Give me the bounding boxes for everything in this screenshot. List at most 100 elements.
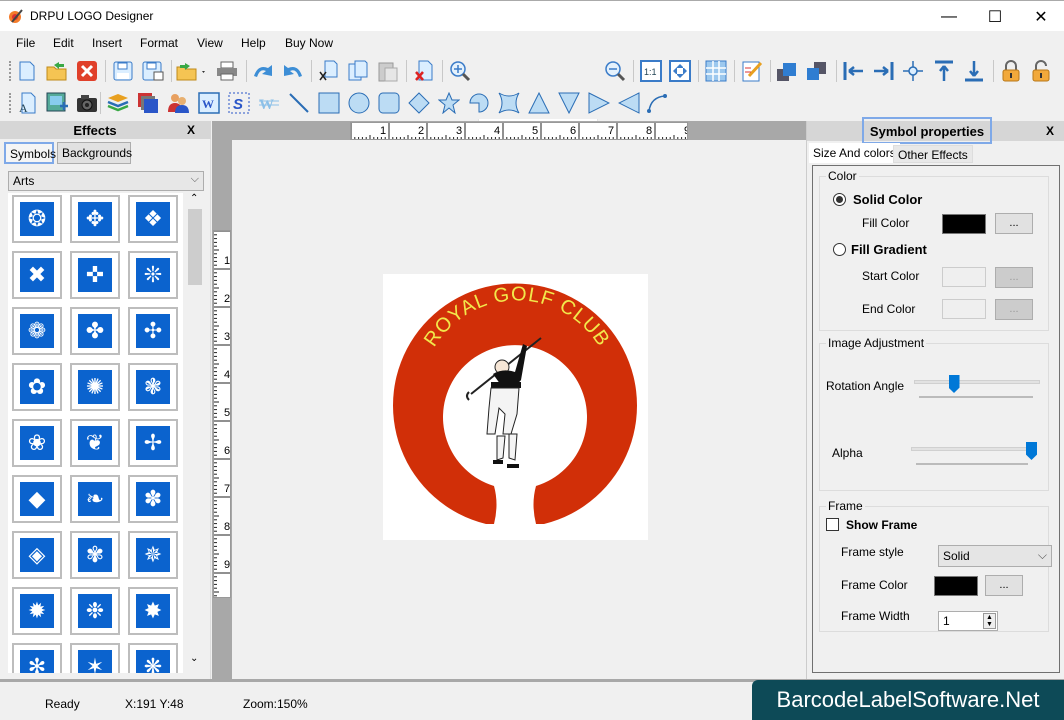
edit-properties-icon[interactable]	[741, 60, 763, 82]
print-icon[interactable]	[216, 60, 238, 82]
spinner-arrows-icon[interactable]: ▲ ▼	[983, 613, 996, 629]
solid-color-radio[interactable]	[833, 193, 846, 206]
close-properties-panel-button[interactable]: X	[1046, 124, 1054, 138]
bring-forward-icon[interactable]	[776, 60, 798, 82]
symbol-thumbnail[interactable]: ✣	[128, 307, 178, 355]
alpha-slider[interactable]	[911, 441, 1037, 467]
arc-icon[interactable]	[468, 92, 490, 114]
star-icon[interactable]	[438, 92, 460, 114]
symbol-thumbnail[interactable]: ◈	[12, 531, 62, 579]
logo-design-canvas[interactable]: ROYAL GOLF CLUB	[383, 274, 648, 540]
scrollbar-thumb[interactable]	[188, 209, 202, 285]
diamond-icon[interactable]	[408, 92, 430, 114]
symbol-thumbnail[interactable]: ✥	[70, 195, 120, 243]
tab-other-effects[interactable]: Other Effects	[893, 145, 973, 163]
rotation-angle-slider[interactable]	[914, 374, 1040, 400]
symbol-thumbnail[interactable]: ✵	[128, 531, 178, 579]
fill-color-swatch[interactable]	[942, 214, 986, 234]
text-icon[interactable]: A	[16, 92, 38, 114]
cut-icon[interactable]	[317, 60, 339, 82]
golf-club-logo[interactable]: ROYAL GOLF CLUB	[383, 274, 648, 540]
scroll-down-icon[interactable]: ⌄	[190, 653, 198, 664]
camera-icon[interactable]	[76, 92, 98, 114]
inverted-triangle-icon[interactable]	[558, 92, 580, 114]
zoom-out-icon[interactable]	[604, 60, 626, 82]
symbol-thumbnail[interactable]: ✿	[12, 363, 62, 411]
rounded-rect-icon[interactable]	[378, 92, 400, 114]
symbol-thumbnail[interactable]: ❁	[12, 307, 62, 355]
align-center-icon[interactable]	[902, 60, 924, 82]
watermark-icon[interactable]: W	[258, 92, 280, 114]
symbol-thumbnail[interactable]: ✺	[70, 363, 120, 411]
save-icon[interactable]	[112, 60, 134, 82]
symbol-thumbnail[interactable]: ✸	[128, 587, 178, 635]
alpha-slider-thumb[interactable]	[1026, 442, 1037, 460]
end-color-browse-button[interactable]: ...	[995, 299, 1033, 320]
save-as-icon[interactable]	[142, 60, 164, 82]
menu-file[interactable]: File	[16, 36, 35, 50]
symbol-thumbnail[interactable]: ❧	[70, 475, 120, 523]
send-backward-icon[interactable]	[806, 60, 828, 82]
signature-icon[interactable]: S	[228, 92, 250, 114]
lock-icon[interactable]	[1000, 60, 1022, 82]
undo-icon[interactable]	[252, 60, 274, 82]
fit-page-icon[interactable]	[669, 60, 691, 82]
symbol-thumbnail[interactable]: ✢	[128, 419, 178, 467]
start-color-swatch[interactable]	[942, 267, 986, 287]
end-color-swatch[interactable]	[942, 299, 986, 319]
symbol-thumbnail[interactable]: ❦	[70, 419, 120, 467]
symbol-category-select[interactable]: Arts ⌵	[8, 171, 204, 191]
symbol-thumbnail[interactable]: ✾	[70, 531, 120, 579]
symbol-thumbnail[interactable]: ✖	[12, 251, 62, 299]
ellipse-icon[interactable]	[348, 92, 370, 114]
image-icon[interactable]	[46, 92, 68, 114]
symbol-thumbnail[interactable]: ✜	[70, 251, 120, 299]
symbol-thumbnail[interactable]: ✶	[70, 643, 120, 673]
actual-size-icon[interactable]: 1:1	[640, 60, 662, 82]
background-icon[interactable]	[137, 92, 159, 114]
menu-format[interactable]: Format	[140, 36, 178, 50]
minimize-button[interactable]: —	[926, 1, 972, 32]
menu-buy-now[interactable]: Buy Now	[285, 36, 333, 50]
symbol-thumbnail[interactable]: ❀	[12, 419, 62, 467]
frame-color-browse-button[interactable]: ...	[985, 575, 1023, 596]
menu-edit[interactable]: Edit	[53, 36, 74, 50]
align-bottom-icon[interactable]	[963, 60, 985, 82]
triangle-icon[interactable]	[528, 92, 550, 114]
cross-icon[interactable]	[498, 92, 520, 114]
close-effects-panel-button[interactable]: X	[187, 123, 195, 137]
tab-symbols[interactable]: Symbols	[4, 142, 56, 164]
layers-icon[interactable]	[107, 92, 129, 114]
symbol-gallery-scrollbar[interactable]: ⌃ ⌄	[186, 193, 204, 673]
frame-style-select[interactable]: Solid ⌵	[938, 545, 1052, 567]
fill-color-browse-button[interactable]: ...	[995, 213, 1033, 234]
symbol-thumbnail[interactable]: ❉	[70, 587, 120, 635]
left-triangle-icon[interactable]	[618, 92, 640, 114]
symbol-thumbnail[interactable]: ◆	[12, 475, 62, 523]
fill-gradient-radio[interactable]	[833, 243, 846, 256]
copy-icon[interactable]	[347, 60, 369, 82]
toolbar-grip[interactable]	[9, 93, 11, 113]
users-icon[interactable]	[167, 92, 189, 114]
start-color-browse-button[interactable]: ...	[995, 267, 1033, 288]
grid-icon[interactable]	[705, 60, 727, 82]
paste-icon[interactable]	[377, 60, 399, 82]
align-top-icon[interactable]	[933, 60, 955, 82]
align-right-icon[interactable]	[872, 60, 894, 82]
line-icon[interactable]	[288, 92, 310, 114]
import-icon[interactable]	[176, 60, 208, 82]
close-file-icon[interactable]	[76, 60, 98, 82]
new-icon[interactable]	[16, 60, 38, 82]
align-left-icon[interactable]	[843, 60, 865, 82]
maximize-button[interactable]: ☐	[972, 1, 1018, 32]
rectangle-icon[interactable]	[318, 92, 340, 114]
close-window-button[interactable]: ✕	[1018, 1, 1064, 32]
menu-view[interactable]: View	[197, 36, 223, 50]
tab-size-and-colors[interactable]: Size And colors	[809, 143, 900, 163]
toolbar-grip[interactable]	[9, 61, 11, 81]
symbol-thumbnail[interactable]: ✤	[70, 307, 120, 355]
symbol-thumbnail[interactable]: ✹	[12, 587, 62, 635]
symbol-thumbnail[interactable]: ❖	[128, 195, 178, 243]
menu-help[interactable]: Help	[241, 36, 266, 50]
frame-color-swatch[interactable]	[934, 576, 978, 596]
